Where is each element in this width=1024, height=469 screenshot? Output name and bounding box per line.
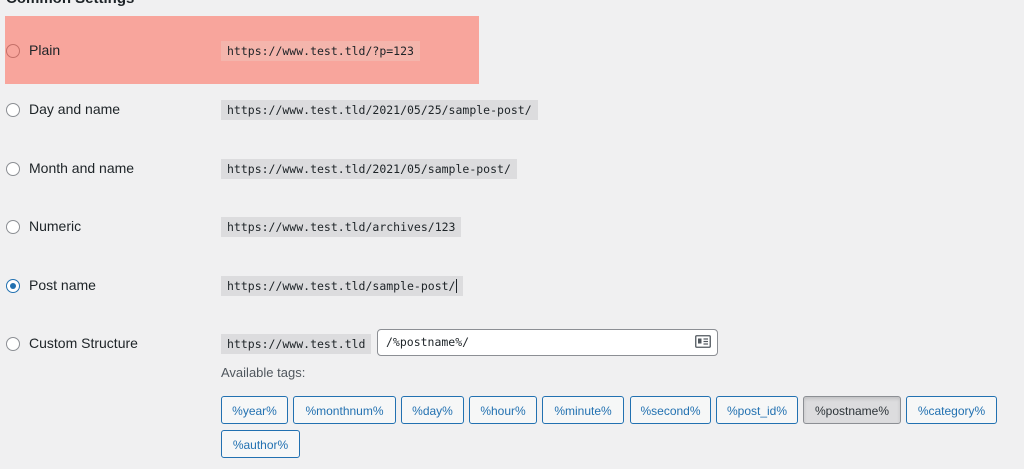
radio-day-and-name[interactable] bbox=[6, 103, 20, 117]
example-url-post-name-text: https://www.test.tld/sample-post/ bbox=[227, 279, 456, 293]
tag-year-button[interactable]: %year% bbox=[221, 396, 288, 424]
option-label-post-name: Post name bbox=[29, 277, 96, 293]
text-cursor bbox=[456, 279, 458, 293]
tag-day-button[interactable]: %day% bbox=[401, 396, 464, 424]
tag-minute-button[interactable]: %minute% bbox=[542, 396, 624, 424]
tag-second-button[interactable]: %second% bbox=[630, 396, 711, 424]
tag-post-id-button[interactable]: %post_id% bbox=[716, 396, 798, 424]
custom-structure-input[interactable]: /%postname%/ bbox=[377, 329, 718, 356]
example-url-plain: https://www.test.tld/?p=123 bbox=[221, 41, 420, 61]
radio-numeric[interactable] bbox=[6, 220, 20, 234]
section-title: Common Settings bbox=[6, 0, 134, 9]
option-label-plain: Plain bbox=[29, 42, 61, 58]
example-url-month-and-name: https://www.test.tld/2021/05/sample-post… bbox=[221, 159, 517, 179]
id-card-icon[interactable] bbox=[695, 335, 711, 348]
example-url-numeric: https://www.test.tld/archives/123 bbox=[221, 217, 462, 237]
tag-category-button[interactable]: %category% bbox=[906, 396, 997, 424]
radio-post-name[interactable] bbox=[6, 279, 20, 293]
custom-structure-base-url: https://www.test.tld bbox=[221, 334, 372, 354]
example-url-day-and-name: https://www.test.tld/2021/05/25/sample-p… bbox=[221, 100, 538, 120]
radio-month-and-name[interactable] bbox=[6, 162, 20, 176]
option-label-numeric: Numeric bbox=[29, 218, 82, 234]
option-label-custom-structure: Custom Structure bbox=[29, 335, 138, 351]
radio-plain[interactable] bbox=[6, 44, 20, 58]
tag-postname-button[interactable]: %postname% bbox=[803, 396, 901, 424]
radio-custom-structure[interactable] bbox=[6, 337, 20, 351]
example-url-post-name: https://www.test.tld/sample-post/ bbox=[221, 276, 464, 296]
option-label-day-and-name: Day and name bbox=[29, 101, 121, 117]
tag-author-button[interactable]: %author% bbox=[221, 430, 300, 458]
available-tags-label: Available tags: bbox=[221, 365, 306, 380]
option-label-month-and-name: Month and name bbox=[29, 160, 135, 176]
tag-monthnum-button[interactable]: %monthnum% bbox=[293, 396, 396, 424]
tag-hour-button[interactable]: %hour% bbox=[469, 396, 537, 424]
